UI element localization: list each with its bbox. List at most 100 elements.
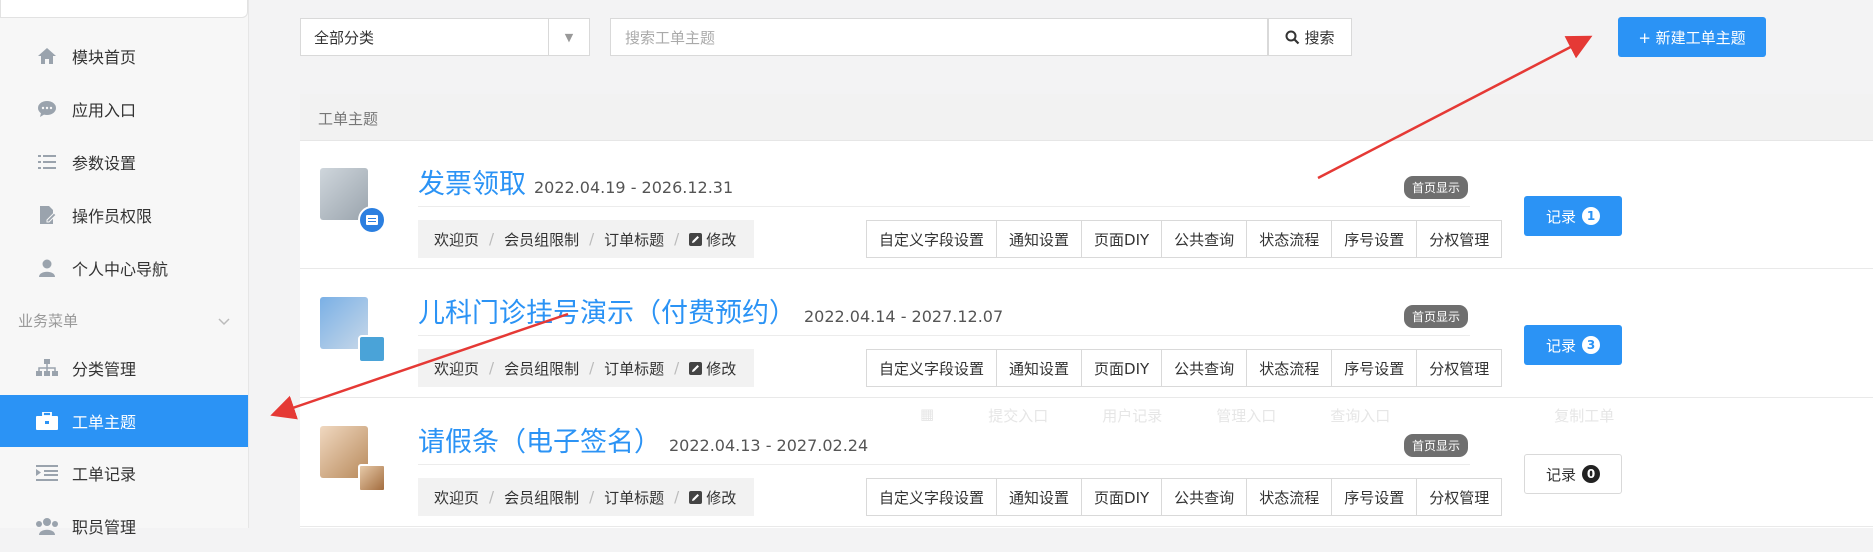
notification-settings-button[interactable]: 通知设置: [996, 221, 1081, 257]
search-field[interactable]: [610, 18, 1268, 57]
status-flow-button[interactable]: 状态流程: [1246, 350, 1331, 386]
permission-management-button[interactable]: 分权管理: [1416, 221, 1501, 257]
custom-fields-button[interactable]: 自定义字段设置: [867, 221, 996, 257]
users-icon: [34, 513, 60, 539]
row-action-buttons: 自定义字段设置 通知设置 页面DIY 公共查询 状态流程 序号设置 分权管理: [866, 349, 1503, 387]
list-icon: [34, 149, 60, 175]
ticket-date-range: 2022.04.19 - 2026.12.31: [534, 178, 734, 197]
ticket-date-range: 2022.04.13 - 2027.02.24: [669, 436, 869, 455]
sidebar: 模块首页 应用入口 参数设置 操作员权限 个人中心导航 业务菜单 分类管理 工单…: [0, 0, 249, 537]
public-query-button[interactable]: 公共查询: [1161, 221, 1246, 257]
sidebar-item-label: 工单记录: [72, 465, 137, 484]
sidebar-group-business-menu[interactable]: 业务菜单: [0, 298, 248, 342]
notification-settings-button[interactable]: 通知设置: [996, 350, 1081, 386]
sidebar-item-label: 模块首页: [72, 48, 137, 67]
edit-icon: [689, 361, 703, 375]
permission-management-button[interactable]: 分权管理: [1416, 350, 1501, 386]
sidebar-item-label: 职员管理: [72, 518, 137, 537]
divider: [418, 464, 1470, 465]
order-title-link[interactable]: 订单标题: [604, 358, 664, 379]
record-count-badge: 3: [1582, 336, 1600, 354]
page-diy-button[interactable]: 页面DIY: [1081, 350, 1161, 386]
sidebar-item-ticket-records[interactable]: 工单记录: [0, 447, 248, 499]
records-button[interactable]: 记录 1: [1524, 196, 1622, 236]
welcome-page-link[interactable]: 欢迎页: [434, 229, 479, 250]
member-group-limit-link[interactable]: 会员组限制: [504, 487, 579, 508]
member-group-limit-link[interactable]: 会员组限制: [504, 358, 579, 379]
ticket-title-link[interactable]: 请假条（电子签名）: [418, 427, 661, 458]
user-icon: [34, 255, 60, 281]
sidebar-item-label: 应用入口: [72, 101, 137, 120]
ticket-type-icon: [358, 464, 386, 492]
ticket-topic-table: 工单主题 发票领取 2022.04.19 - 2026.12.31 首页显示 欢迎…: [300, 94, 1873, 528]
column-header-topic: 工单主题: [318, 110, 379, 128]
page-diy-button[interactable]: 页面DIY: [1081, 479, 1161, 515]
custom-fields-button[interactable]: 自定义字段设置: [867, 479, 996, 515]
sidebar-item-label: 个人中心导航: [72, 260, 169, 279]
sidebar-item-user-center-nav[interactable]: 个人中心导航: [0, 242, 248, 294]
record-count-badge: 1: [1582, 207, 1600, 225]
caret-down-icon[interactable]: ▼: [548, 19, 589, 55]
edit-icon: [689, 490, 703, 504]
status-flow-button[interactable]: 状态流程: [1246, 479, 1331, 515]
member-group-limit-link[interactable]: 会员组限制: [504, 229, 579, 250]
public-query-button[interactable]: 公共查询: [1161, 350, 1246, 386]
permission-management-button[interactable]: 分权管理: [1416, 479, 1501, 515]
search-button-label: 搜索: [1304, 28, 1335, 47]
table-row: 请假条（电子签名） 2022.04.13 - 2027.02.24 首页显示 欢迎…: [300, 398, 1873, 527]
sidebar-top-tab[interactable]: [0, 0, 248, 18]
edit-icon: [689, 232, 703, 246]
record-count-badge: 0: [1582, 465, 1600, 483]
notification-settings-button[interactable]: 通知设置: [996, 479, 1081, 515]
edit-link[interactable]: 修改: [706, 229, 736, 250]
order-title-link[interactable]: 订单标题: [604, 229, 664, 250]
order-title-link[interactable]: 订单标题: [604, 487, 664, 508]
sitemap-icon: [34, 355, 60, 381]
row-action-buttons: 自定义字段设置 通知设置 页面DIY 公共查询 状态流程 序号设置 分权管理: [866, 220, 1503, 258]
row-nav-links: 欢迎页 / 会员组限制 / 订单标题 / 修改: [418, 349, 755, 387]
custom-fields-button[interactable]: 自定义字段设置: [867, 350, 996, 386]
sidebar-item-label: 操作员权限: [72, 207, 153, 226]
search-icon: [1285, 30, 1300, 45]
ticket-date-range: 2022.04.14 - 2027.12.07: [804, 307, 1004, 326]
ticket-type-icon: [358, 335, 386, 363]
briefcase-icon: [34, 408, 60, 434]
records-button[interactable]: 记录 3: [1524, 325, 1622, 365]
chevron-down-icon: [218, 311, 230, 330]
home-icon: [34, 43, 60, 69]
divider: [418, 335, 1470, 336]
ticket-title-link[interactable]: 发票领取: [418, 169, 526, 200]
serial-settings-button[interactable]: 序号设置: [1331, 479, 1416, 515]
status-flow-button[interactable]: 状态流程: [1246, 221, 1331, 257]
sidebar-item-label: 参数设置: [72, 154, 137, 173]
row-nav-links: 欢迎页 / 会员组限制 / 订单标题 / 修改: [418, 220, 755, 258]
welcome-page-link[interactable]: 欢迎页: [434, 358, 479, 379]
search-input[interactable]: [611, 19, 1247, 57]
serial-settings-button[interactable]: 序号设置: [1331, 350, 1416, 386]
sidebar-item-app-entry[interactable]: 应用入口: [0, 83, 248, 135]
records-button[interactable]: 记录 0: [1524, 454, 1622, 494]
records-label: 记录: [1545, 207, 1576, 226]
home-display-badge: 首页显示: [1404, 305, 1469, 328]
serial-settings-button[interactable]: 序号设置: [1331, 221, 1416, 257]
new-ticket-topic-button[interactable]: + 新建工单主题: [1618, 17, 1766, 57]
edit-link[interactable]: 修改: [706, 487, 736, 508]
sidebar-item-module-home[interactable]: 模块首页: [0, 30, 248, 82]
welcome-page-link[interactable]: 欢迎页: [434, 487, 479, 508]
records-label: 记录: [1545, 336, 1576, 355]
page-diy-button[interactable]: 页面DIY: [1081, 221, 1161, 257]
search-button[interactable]: 搜索: [1268, 18, 1352, 56]
sidebar-group-label: 业务菜单: [18, 311, 79, 330]
sidebar-item-ticket-topics[interactable]: 工单主题: [0, 395, 248, 447]
sidebar-item-settings[interactable]: 参数设置: [0, 136, 248, 188]
edit-link[interactable]: 修改: [706, 358, 736, 379]
public-query-button[interactable]: 公共查询: [1161, 479, 1246, 515]
category-select[interactable]: 全部分类 ▼: [300, 18, 590, 56]
indent-list-icon: [34, 460, 60, 486]
sidebar-item-staff-management[interactable]: 职员管理: [0, 500, 248, 552]
sidebar-item-operator-permissions[interactable]: 操作员权限: [0, 189, 248, 241]
sidebar-item-category-management[interactable]: 分类管理: [0, 342, 248, 394]
ticket-title-link[interactable]: 儿科门诊挂号演示（付费预约）: [418, 298, 796, 329]
table-header: 工单主题: [300, 94, 1873, 141]
home-display-badge: 首页显示: [1404, 176, 1469, 199]
